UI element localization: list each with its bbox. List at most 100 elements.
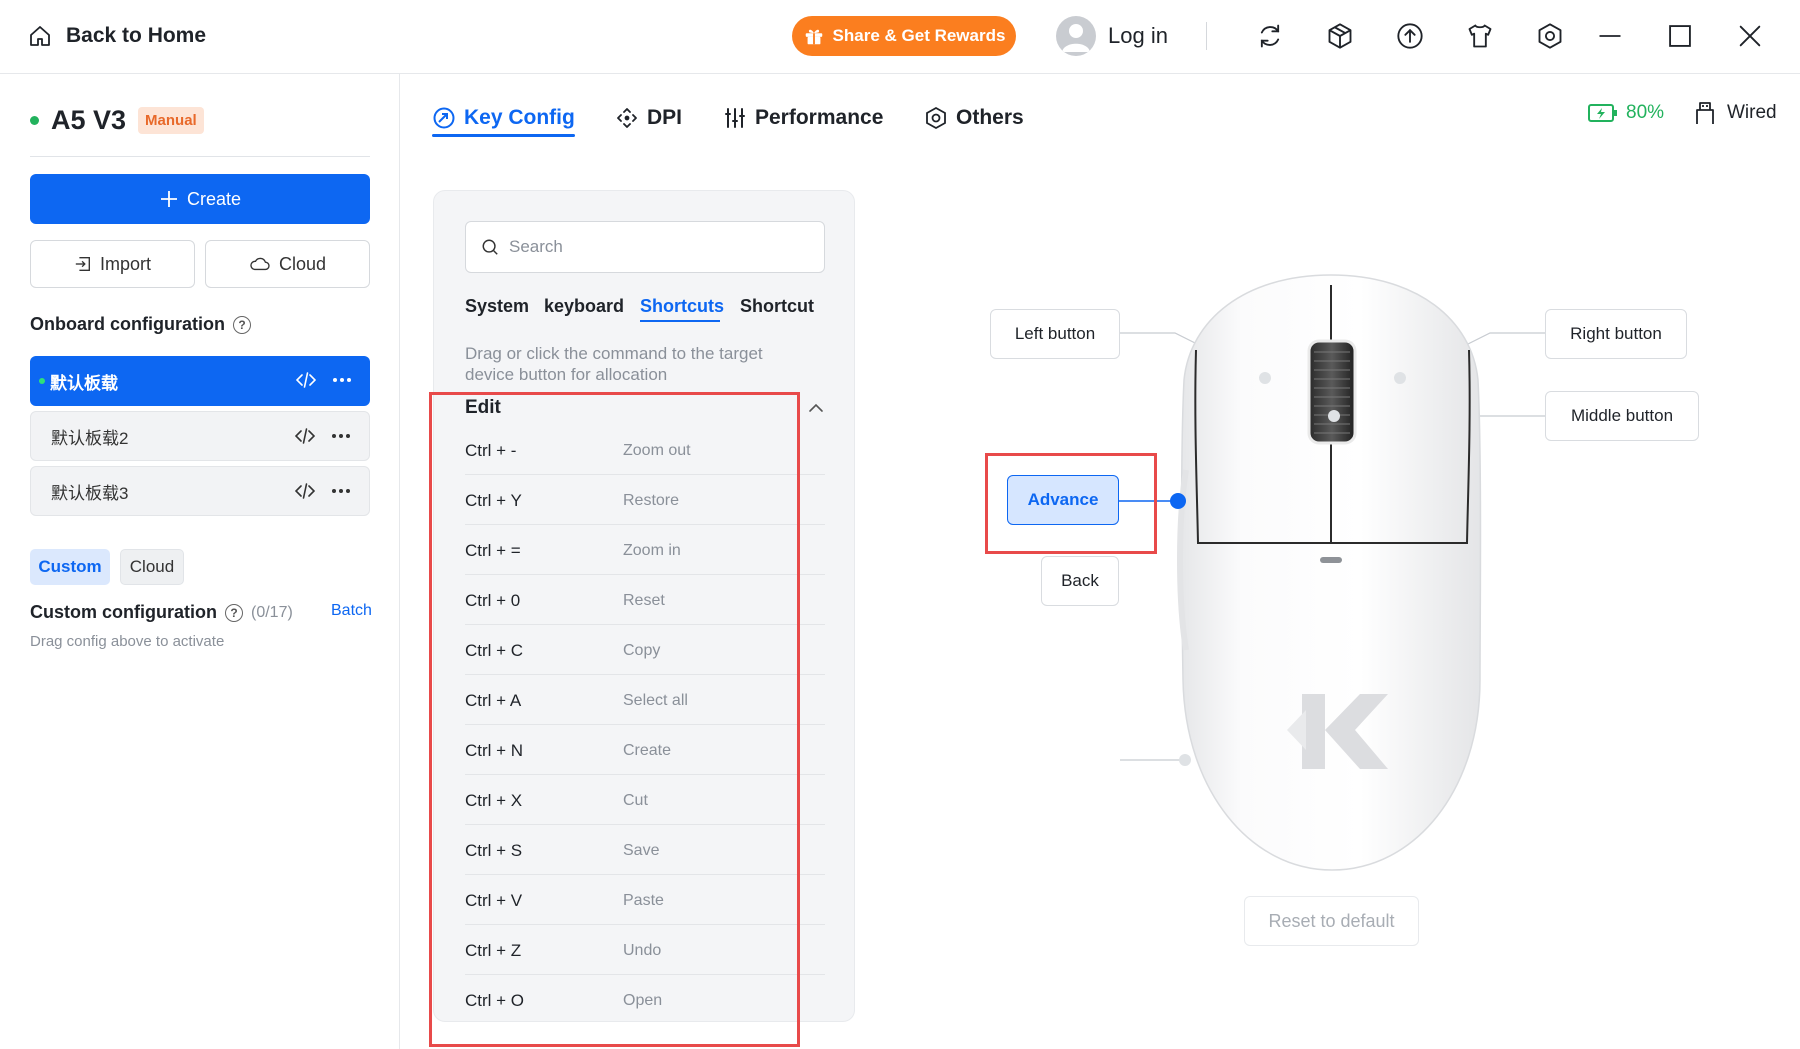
onboard-config-item-1[interactable]: 默认板载: [30, 356, 370, 406]
code-icon[interactable]: [296, 371, 316, 389]
dpi-indicator: [1320, 557, 1342, 563]
custom-config-label: Custom configuration: [30, 602, 217, 622]
cloud-chip[interactable]: Cloud: [120, 549, 184, 585]
tab-others[interactable]: Others: [924, 100, 1024, 136]
back-to-home-button[interactable]: Back to Home: [28, 20, 206, 52]
battery-charging-icon: [1588, 103, 1618, 123]
settings-hex-icon[interactable]: [1532, 18, 1568, 54]
plus-icon: [159, 189, 179, 209]
tab-dpi[interactable]: DPI: [615, 100, 682, 136]
custom-config-count: (0/17): [251, 603, 293, 621]
onboard-config-item-2[interactable]: 默认板载2: [30, 411, 370, 461]
create-label: Create: [186, 188, 242, 209]
code-icon[interactable]: [295, 427, 315, 445]
back-button-label[interactable]: Back: [1041, 556, 1119, 606]
config-item-label: 默认板载3: [51, 483, 129, 503]
custom-config-title: Custom configuration ? (0/17): [30, 602, 293, 623]
login-button[interactable]: Log in: [1056, 15, 1168, 57]
category-tab-shortcut[interactable]: Shortcut: [740, 296, 814, 317]
move-arrows-icon: [615, 106, 639, 130]
help-icon[interactable]: ?: [233, 315, 251, 334]
create-button[interactable]: Create: [30, 174, 370, 224]
tab-key-config[interactable]: Key Config: [432, 100, 575, 136]
cloud-button[interactable]: Cloud: [205, 240, 370, 288]
search-box[interactable]: [465, 221, 825, 273]
category-tab-keyboard[interactable]: keyboard: [544, 296, 624, 317]
custom-config-hint: Drag config above to activate: [30, 633, 225, 650]
onboard-config-item-3[interactable]: 默认板载3: [30, 466, 370, 516]
hexagon-settings-icon: [924, 106, 948, 130]
back-button-hotspot[interactable]: [1179, 754, 1191, 766]
usb-plug-icon: [1693, 100, 1717, 126]
gift-icon: [803, 25, 825, 47]
device-status-dot: [30, 115, 39, 125]
highlight-box: [429, 392, 800, 1047]
advance-button-hotspot[interactable]: [1170, 493, 1186, 509]
minimize-icon[interactable]: [1592, 18, 1628, 54]
import-label: Import: [99, 253, 151, 274]
batch-button[interactable]: Batch: [331, 602, 372, 620]
share-rewards-label: Share & Get Rewards: [832, 26, 1006, 45]
category-tab-shortcuts[interactable]: Shortcuts: [640, 296, 724, 317]
tab-label: Others: [956, 106, 1024, 129]
search-input[interactable]: [509, 237, 809, 257]
titlebar-divider: [1206, 22, 1207, 50]
right-button-label[interactable]: Right button: [1545, 309, 1687, 359]
reset-to-default-button[interactable]: Reset to default: [1244, 896, 1419, 946]
allocation-hint: Drag or click the command to the target …: [465, 344, 763, 384]
more-icon[interactable]: [332, 377, 352, 383]
scroll-wheel: [1307, 339, 1357, 445]
avatar: [1056, 16, 1096, 56]
import-button[interactable]: Import: [30, 240, 195, 288]
more-icon[interactable]: [331, 433, 351, 439]
active-dot: [39, 378, 45, 384]
middle-button-label[interactable]: Middle button: [1545, 391, 1699, 441]
search-icon: [481, 238, 499, 256]
home-icon: [28, 24, 52, 48]
active-tab-indicator: [432, 134, 575, 137]
category-tab-system[interactable]: System: [465, 296, 529, 317]
battery-status: 80%: [1588, 102, 1664, 124]
active-category-indicator: [640, 320, 720, 322]
chevron-up-icon[interactable]: [807, 399, 825, 417]
middle-button-hotspot[interactable]: [1328, 410, 1340, 422]
divider: [30, 156, 370, 157]
onboard-config-title: Onboard configuration ?: [30, 314, 251, 335]
right-button-hotspot[interactable]: [1394, 372, 1406, 384]
left-button-hotspot[interactable]: [1259, 372, 1271, 384]
tab-performance[interactable]: Performance: [723, 100, 883, 136]
highlight-box: [985, 453, 1157, 554]
more-icon[interactable]: [331, 488, 351, 494]
onboard-config-label: Onboard configuration: [30, 314, 225, 334]
left-button-label[interactable]: Left button: [990, 309, 1120, 359]
back-to-home-label: Back to Home: [66, 24, 207, 47]
device-mode-badge: Manual: [138, 106, 204, 134]
maximize-icon[interactable]: [1662, 18, 1698, 54]
cloud-label: Cloud: [278, 253, 327, 274]
key-config-icon: [432, 106, 456, 130]
device-name: A5 V3: [51, 104, 127, 135]
help-icon[interactable]: ?: [225, 603, 243, 622]
upload-icon[interactable]: [1392, 18, 1428, 54]
connection-status: Wired: [1693, 100, 1777, 126]
close-icon[interactable]: [1732, 18, 1768, 54]
custom-chip[interactable]: Custom: [30, 549, 110, 585]
config-item-label: 默认板载: [50, 373, 118, 393]
tab-label: Key Config: [464, 106, 575, 129]
share-rewards-button[interactable]: Share & Get Rewards: [792, 16, 1016, 56]
config-item-label: 默认板载2: [51, 428, 129, 448]
import-icon: [74, 255, 92, 273]
tshirt-icon[interactable]: [1462, 18, 1498, 54]
device-header: A5 V3 Manual: [30, 100, 204, 140]
connection-label: Wired: [1727, 102, 1777, 123]
cube-icon[interactable]: [1322, 18, 1358, 54]
sync-icon[interactable]: [1252, 18, 1288, 54]
sliders-icon: [723, 106, 747, 130]
login-label: Log in: [1108, 23, 1168, 48]
tab-label: Performance: [755, 106, 884, 129]
title-bar: Back to Home Share & Get Rewards Log in: [0, 0, 1800, 74]
code-icon[interactable]: [295, 482, 315, 500]
sidebar: A5 V3 Manual Create Import Cloud Onboard…: [0, 74, 400, 1049]
battery-percent: 80%: [1626, 102, 1665, 123]
cloud-icon: [249, 255, 271, 273]
